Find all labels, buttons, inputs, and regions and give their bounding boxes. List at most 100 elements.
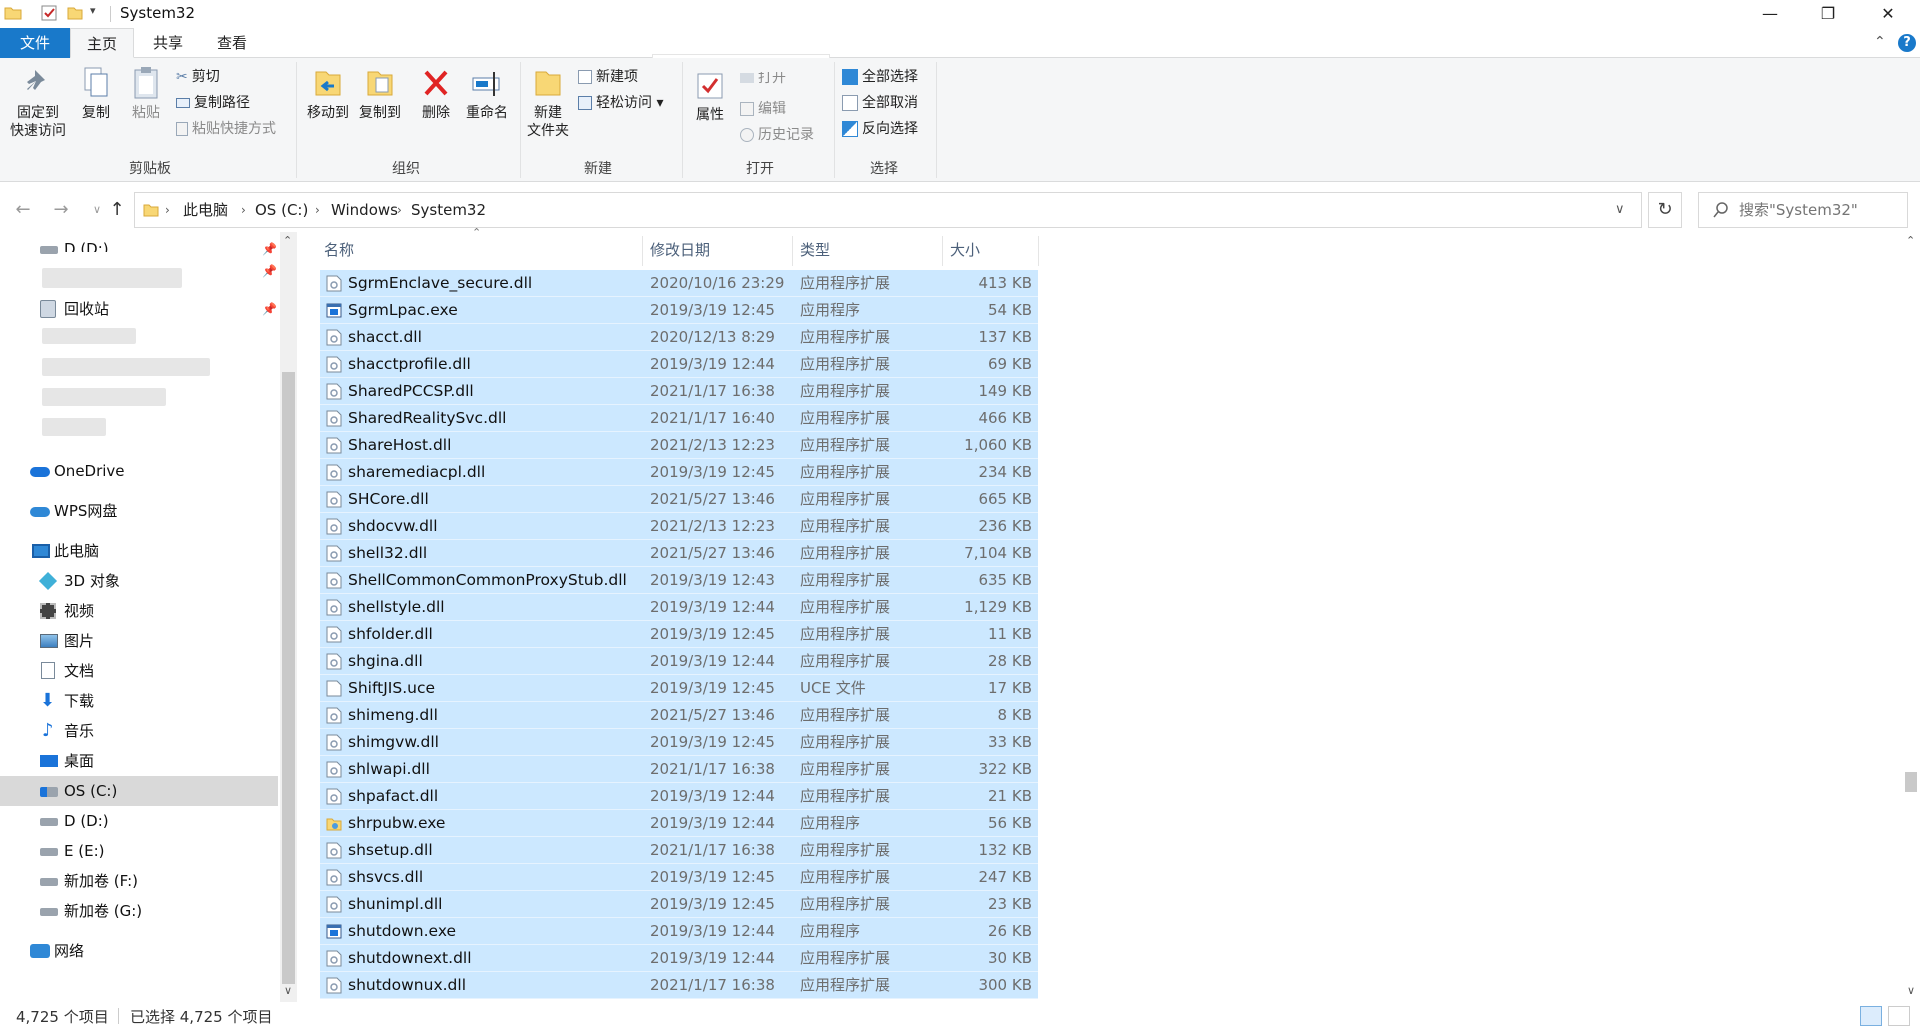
table-row[interactable]: SharedPCCSP.dll 2021/1/17 16:38 应用程序扩展 149 … (320, 378, 1038, 405)
column-separator[interactable] (792, 236, 793, 266)
nav-pane-scrollbar[interactable]: ⌃ ∨ (280, 232, 297, 1002)
table-row[interactable]: SharedRealitySvc.dll 2021/1/17 16:40 应用程序扩… (320, 405, 1038, 432)
collapse-ribbon-icon[interactable]: ⌃ (1874, 34, 1886, 50)
customize-quick-access-icon[interactable]: ▾ (90, 4, 96, 17)
table-row[interactable]: shfolder.dll 2019/3/19 12:45 应用程序扩展 11 KB (320, 621, 1038, 648)
nav-scroll-thumb[interactable] (282, 372, 295, 984)
details-view-icon[interactable] (1860, 1006, 1882, 1026)
up-arrow-icon[interactable]: ↑ (104, 196, 130, 224)
tab-share[interactable]: 共享 (136, 28, 200, 58)
table-row[interactable]: SHCore.dll 2021/5/27 13:46 应用程序扩展 665 KB (320, 486, 1038, 513)
breadcrumb-system32[interactable]: System32 (411, 193, 486, 227)
breadcrumb-separator-icon[interactable]: › (241, 193, 246, 227)
nav-item-g-drive[interactable]: 新加卷 (G:) (0, 896, 278, 926)
search-input[interactable] (1739, 199, 1899, 221)
copy-to-button[interactable]: 复制到 (354, 66, 406, 122)
properties-button[interactable]: 属性 (686, 70, 734, 124)
breadcrumb-os-c[interactable]: OS (C:) (255, 193, 308, 227)
table-row[interactable]: shdocvw.dll 2021/2/13 12:23 应用程序扩展 236 KB (320, 513, 1038, 540)
invert-selection-button[interactable]: 反向选择 (842, 118, 918, 140)
scroll-down-chevron-icon[interactable]: ∨ (284, 984, 292, 997)
table-row[interactable]: shutdownux.dll 2021/1/17 16:38 应用程序扩展 300 K… (320, 972, 1038, 999)
forward-arrow-icon[interactable]: → (48, 196, 74, 224)
nav-item-d-drive-quick[interactable]: D (D:) 📌 (0, 234, 278, 264)
table-row[interactable]: SgrmLpac.exe 2019/3/19 12:45 应用程序 54 KB (320, 297, 1038, 324)
table-row[interactable]: shacctprofile.dll 2019/3/19 12:44 应用程序扩展 69… (320, 351, 1038, 378)
pin-icon[interactable]: 📌 (262, 264, 277, 278)
copy-button[interactable]: 复制 (74, 66, 118, 122)
nav-item-onedrive[interactable]: OneDrive (0, 456, 278, 486)
table-row[interactable]: shrpubw.exe 2019/3/19 12:44 应用程序 56 KB (320, 810, 1038, 837)
cut-button[interactable]: ✂ 剪切 (176, 66, 220, 88)
refresh-icon[interactable]: ↻ (1648, 192, 1682, 228)
properties-check-icon[interactable] (40, 4, 58, 22)
table-row[interactable]: shsetup.dll 2021/1/17 16:38 应用程序扩展 132 KB (320, 837, 1038, 864)
nav-item-3d-objects[interactable]: 3D 对象 (0, 566, 278, 596)
delete-button[interactable]: 删除 (414, 66, 458, 122)
table-row[interactable]: shunimpl.dll 2019/3/19 12:45 应用程序扩展 23 KB (320, 891, 1038, 918)
nav-item-os-c[interactable]: OS (C:) (0, 776, 278, 806)
table-row[interactable]: shutdownext.dll 2019/3/19 12:44 应用程序扩展 30 K… (320, 945, 1038, 972)
nav-item-documents[interactable]: 文档 (0, 656, 278, 686)
column-header-date[interactable]: 修改日期 (650, 232, 710, 268)
nav-item-this-pc[interactable]: 此电脑 (0, 536, 278, 566)
table-row[interactable]: shlwapi.dll 2021/1/17 16:38 应用程序扩展 322 KB (320, 756, 1038, 783)
help-icon[interactable]: ? (1898, 34, 1916, 52)
column-header-size[interactable]: 大小 (950, 232, 980, 268)
nav-item-network[interactable]: 网络 (0, 936, 278, 966)
nav-item-d-drive[interactable]: D (D:) (0, 806, 278, 836)
table-row[interactable]: ShellCommonCommonProxyStub.dll 2019/3/19 … (320, 567, 1038, 594)
breadcrumb-separator-icon[interactable]: › (315, 193, 320, 227)
file-list-scrollbar[interactable]: ⌃ ∨ (1902, 232, 1920, 1002)
table-row[interactable]: shell32.dll 2021/5/27 13:46 应用程序扩展 7,104 KB (320, 540, 1038, 567)
column-separator[interactable] (642, 236, 643, 266)
nav-item-pictures[interactable]: 图片 (0, 626, 278, 656)
maximize-button[interactable]: ❐ (1800, 0, 1856, 28)
table-row[interactable]: shimeng.dll 2021/5/27 13:46 应用程序扩展 8 KB (320, 702, 1038, 729)
copy-path-button[interactable]: 复制路径 (176, 92, 250, 114)
edit-button[interactable]: 编辑 (740, 98, 786, 120)
file-scroll-thumb[interactable] (1905, 772, 1917, 792)
table-row[interactable]: shellstyle.dll 2019/3/19 12:44 应用程序扩展 1,129… (320, 594, 1038, 621)
nav-item-wps-drive[interactable]: WPS网盘 (0, 496, 278, 526)
select-all-button[interactable]: 全部选择 (842, 66, 918, 88)
scroll-up-chevron-icon[interactable]: ⌃ (283, 234, 292, 247)
breadcrumb-separator-icon[interactable]: › (165, 193, 170, 227)
new-folder-button[interactable]: 新建 文件夹 (524, 66, 572, 140)
rename-button[interactable]: 重命名 (460, 66, 514, 122)
large-icons-view-icon[interactable] (1888, 1006, 1910, 1026)
scroll-up-chevron-icon[interactable]: ⌃ (1906, 234, 1915, 247)
scroll-down-chevron-icon[interactable]: ∨ (1907, 984, 1915, 997)
pin-to-quick-access-button[interactable]: 固定到 快速访问 (6, 66, 70, 140)
nav-item-music[interactable]: ♪ 音乐 (0, 716, 278, 746)
nav-item-desktop[interactable]: 桌面 (0, 746, 278, 776)
pin-icon[interactable]: 📌 (262, 234, 277, 264)
paste-button[interactable]: 粘贴 (124, 66, 168, 122)
tab-home[interactable]: 主页 (70, 28, 134, 58)
move-to-button[interactable]: 移动到 (302, 66, 354, 122)
select-none-button[interactable]: 全部取消 (842, 92, 918, 114)
nav-item-f-drive[interactable]: 新加卷 (F:) (0, 866, 278, 896)
table-row[interactable]: ShiftJIS.uce 2019/3/19 12:45 UCE 文件 17 KB (320, 675, 1038, 702)
column-separator[interactable] (942, 236, 943, 266)
table-row[interactable]: shacct.dll 2020/12/13 8:29 应用程序扩展 137 KB (320, 324, 1038, 351)
address-history-chevron-icon[interactable]: ∨ (1615, 193, 1625, 227)
table-row[interactable]: shpafact.dll 2019/3/19 12:44 应用程序扩展 21 KB (320, 783, 1038, 810)
history-button[interactable]: 历史记录 (740, 124, 814, 146)
new-folder-quick-icon[interactable] (66, 4, 84, 22)
table-row[interactable]: ShareHost.dll 2021/2/13 12:23 应用程序扩展 1,060 … (320, 432, 1038, 459)
nav-item-downloads[interactable]: ⬇ 下载 (0, 686, 278, 716)
table-row[interactable]: SgrmEnclave_secure.dll 2020/10/16 23:29 应用… (320, 270, 1038, 297)
column-separator[interactable] (1038, 236, 1039, 266)
back-arrow-icon[interactable]: ← (10, 196, 36, 224)
breadcrumb-separator-icon[interactable]: › (397, 193, 402, 227)
table-row[interactable]: sharemediacpl.dll 2019/3/19 12:45 应用程序扩展 23… (320, 459, 1038, 486)
pin-icon[interactable]: 📌 (262, 294, 277, 324)
paste-shortcut-button[interactable]: 粘贴快捷方式 (176, 118, 276, 140)
easy-access-button[interactable]: 轻松访问 ▾ (578, 92, 663, 114)
column-header-name[interactable]: 名称 (324, 232, 354, 268)
open-button[interactable]: 打开 (740, 72, 786, 84)
close-button[interactable]: ✕ (1860, 0, 1916, 28)
minimize-button[interactable]: — (1742, 0, 1798, 28)
table-row[interactable]: shimgvw.dll 2019/3/19 12:45 应用程序扩展 33 KB (320, 729, 1038, 756)
